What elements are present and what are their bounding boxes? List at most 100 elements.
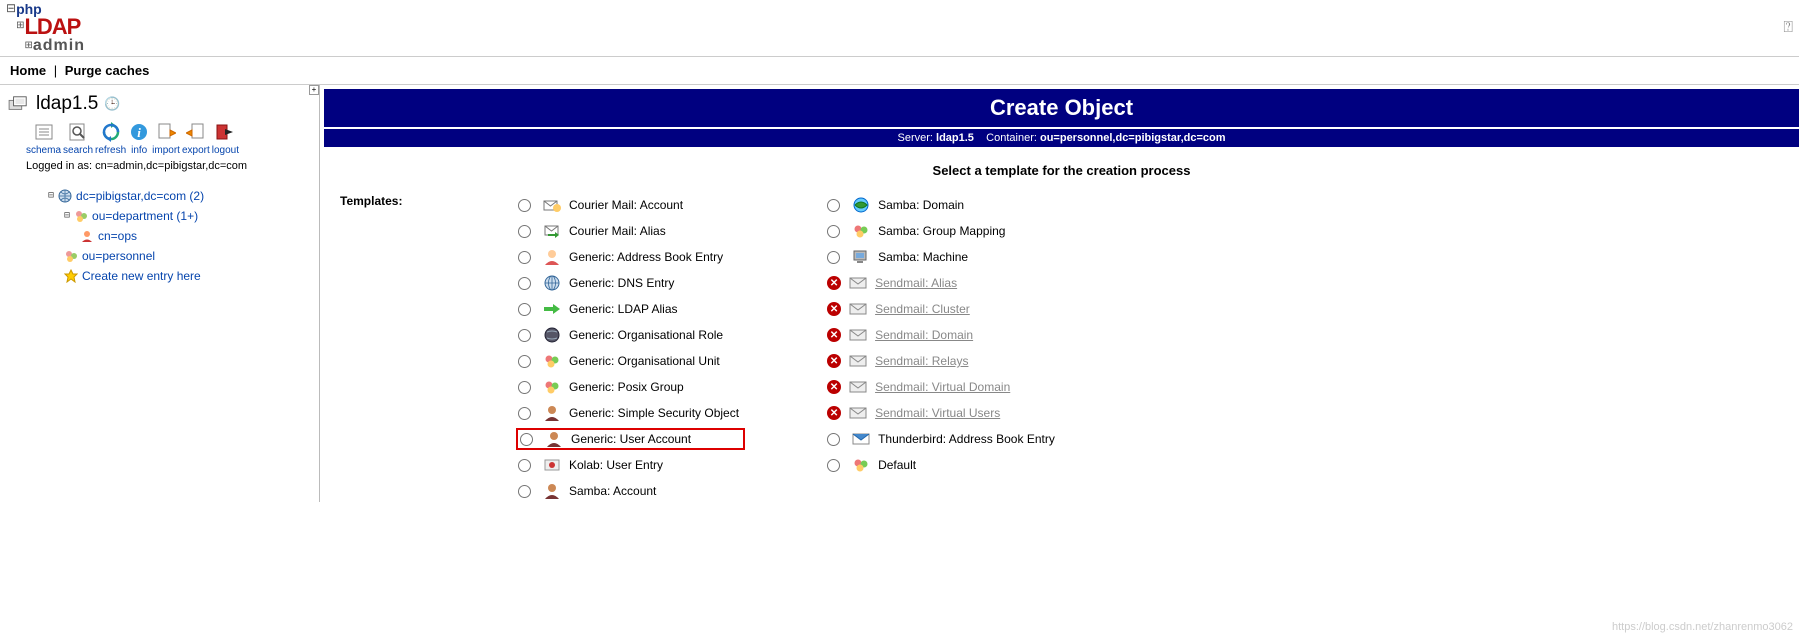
template-row[interactable]: Samba: Group Mapping bbox=[825, 220, 1061, 242]
template-radio[interactable] bbox=[518, 485, 531, 498]
template-row[interactable]: Generic: User Account bbox=[516, 428, 745, 450]
tree-personnel[interactable]: ou=personnel bbox=[64, 246, 311, 266]
envelope-icon bbox=[849, 327, 867, 343]
template-row[interactable]: Kolab: User Entry bbox=[516, 454, 745, 476]
template-row[interactable]: ✕ Sendmail: Relays bbox=[825, 350, 1061, 372]
tree-create-new[interactable]: Create new entry here bbox=[64, 266, 311, 286]
server-title: ldap1.5 🕒 bbox=[8, 93, 311, 115]
collapse-icon[interactable]: ⊟ bbox=[64, 206, 70, 226]
import-icon bbox=[155, 121, 177, 143]
template-label: Sendmail: Relays bbox=[875, 354, 968, 368]
template-row[interactable]: Generic: Organisational Role bbox=[516, 324, 745, 346]
template-row[interactable]: Generic: Posix Group bbox=[516, 376, 745, 398]
tool-info[interactable]: i info bbox=[128, 121, 150, 156]
template-label: Sendmail: Virtual Domain bbox=[875, 380, 1010, 394]
template-radio[interactable] bbox=[518, 355, 531, 368]
template-radio[interactable] bbox=[518, 251, 531, 264]
template-radio[interactable] bbox=[518, 407, 531, 420]
template-row[interactable]: Generic: LDAP Alias bbox=[516, 298, 745, 320]
tool-import[interactable]: import bbox=[152, 121, 180, 156]
template-radio[interactable] bbox=[518, 225, 531, 238]
help-icon[interactable]: ⍰ bbox=[1783, 19, 1793, 37]
machine-icon bbox=[852, 249, 870, 265]
template-radio[interactable] bbox=[827, 251, 840, 264]
sidebar-collapse-icon[interactable]: + bbox=[309, 85, 319, 95]
nav-purge-caches[interactable]: Purge caches bbox=[65, 63, 150, 78]
template-row[interactable]: Samba: Domain bbox=[825, 194, 1061, 216]
template-row[interactable]: Generic: Organisational Unit bbox=[516, 350, 745, 372]
nav-home[interactable]: Home bbox=[10, 63, 46, 78]
tool-refresh[interactable]: refresh bbox=[95, 121, 126, 156]
tree-ops[interactable]: cn=ops bbox=[80, 226, 311, 246]
clock-icon[interactable]: 🕒 bbox=[104, 96, 120, 112]
template-label: Generic: Address Book Entry bbox=[569, 250, 723, 264]
template-radio[interactable] bbox=[518, 459, 531, 472]
template-row[interactable]: Generic: Simple Security Object bbox=[516, 402, 745, 424]
disabled-icon: ✕ bbox=[827, 354, 841, 368]
group-icon bbox=[543, 379, 561, 395]
samba-dom-icon bbox=[852, 197, 870, 213]
user-icon bbox=[543, 249, 561, 265]
template-row[interactable]: ✕Sendmail: Domain bbox=[825, 324, 1061, 346]
template-label: Sendmail: Domain bbox=[875, 328, 973, 342]
template-row[interactable]: ✕Sendmail: Cluster bbox=[825, 298, 1061, 320]
tool-search[interactable]: search bbox=[63, 121, 93, 156]
template-label: Courier Mail: Alias bbox=[569, 224, 666, 238]
header-bar: ⊟ php ⊞ LDAP ⊞admin ⍰ bbox=[0, 0, 1799, 57]
user-dark-icon bbox=[543, 405, 561, 421]
template-row[interactable]: Default bbox=[825, 454, 1061, 476]
server-icon bbox=[8, 95, 30, 113]
template-label: Generic: LDAP Alias bbox=[569, 302, 678, 316]
export-icon bbox=[185, 121, 207, 143]
top-nav: Home | Purge caches bbox=[0, 57, 1799, 85]
group-icon bbox=[543, 353, 561, 369]
template-label: Kolab: User Entry bbox=[569, 458, 663, 472]
tool-schema[interactable]: schema bbox=[26, 121, 61, 156]
template-label: Generic: User Account bbox=[571, 432, 691, 446]
server-name: ldap1.5 bbox=[36, 93, 98, 115]
template-label: Generic: DNS Entry bbox=[569, 276, 674, 290]
template-row[interactable]: Courier Mail: Account bbox=[516, 194, 745, 216]
template-row[interactable]: Samba: Machine bbox=[825, 246, 1061, 268]
template-row[interactable]: Generic: DNS Entry bbox=[516, 272, 745, 294]
search-icon bbox=[67, 121, 89, 143]
template-radio[interactable] bbox=[518, 199, 531, 212]
group-icon bbox=[852, 223, 870, 239]
template-radio[interactable] bbox=[518, 329, 531, 342]
tool-export[interactable]: export bbox=[182, 121, 210, 156]
template-row[interactable]: Generic: Address Book Entry bbox=[516, 246, 745, 268]
sidebar-toolbar: schemasearchrefreshi info importexportlogo… bbox=[26, 121, 311, 156]
template-label: Samba: Account bbox=[569, 484, 656, 498]
template-label: Generic: Posix Group bbox=[569, 380, 684, 394]
tree-root[interactable]: ⊟ dc=pibigstar,dc=com (2) bbox=[48, 186, 311, 206]
template-row[interactable]: ✕Sendmail: Virtual Domain bbox=[825, 376, 1061, 398]
template-radio[interactable] bbox=[827, 459, 840, 472]
template-label: Sendmail: Cluster bbox=[875, 302, 970, 316]
tool-label: refresh bbox=[95, 145, 126, 156]
info-icon: i bbox=[128, 121, 150, 143]
section-title: Select a template for the creation proce… bbox=[324, 163, 1799, 178]
template-row[interactable]: Samba: Account bbox=[516, 480, 745, 502]
template-row[interactable]: ✕Sendmail: Virtual Users bbox=[825, 402, 1061, 424]
template-label: Generic: Organisational Role bbox=[569, 328, 723, 342]
template-row[interactable]: Thunderbird: Address Book Entry bbox=[825, 428, 1061, 450]
tool-logout[interactable]: logout bbox=[212, 121, 239, 156]
envelope-icon bbox=[849, 405, 867, 421]
user-dark-icon bbox=[543, 483, 561, 499]
template-radio[interactable] bbox=[827, 199, 840, 212]
template-radio[interactable] bbox=[827, 225, 840, 238]
collapse-icon[interactable]: ⊟ bbox=[48, 186, 54, 206]
watermark: https://blog.csdn.net/zhanrenmo3062 bbox=[1612, 621, 1793, 633]
envelope-icon bbox=[849, 379, 867, 395]
template-row[interactable]: Courier Mail: Alias bbox=[516, 220, 745, 242]
tree-department[interactable]: ⊟ ou=department (1+) bbox=[64, 206, 311, 226]
user-icon bbox=[80, 229, 94, 243]
tool-label: info bbox=[131, 145, 147, 156]
template-radio[interactable] bbox=[827, 433, 840, 446]
template-radio[interactable] bbox=[518, 277, 531, 290]
ou-icon bbox=[74, 209, 88, 223]
template-radio[interactable] bbox=[520, 433, 533, 446]
template-row[interactable]: ✕Sendmail: Alias bbox=[825, 272, 1061, 294]
template-radio[interactable] bbox=[518, 303, 531, 316]
template-radio[interactable] bbox=[518, 381, 531, 394]
